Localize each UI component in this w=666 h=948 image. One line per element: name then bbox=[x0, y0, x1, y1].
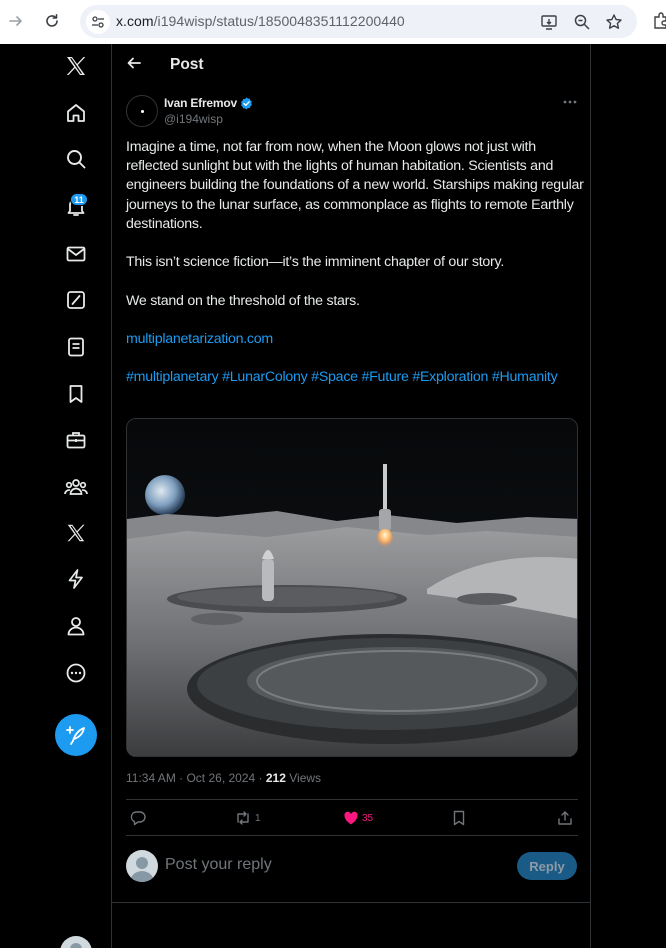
lunar-base-illustration bbox=[127, 419, 577, 756]
bookmarks-icon[interactable] bbox=[62, 380, 90, 408]
url-host: x.com bbox=[116, 13, 154, 29]
bookmark-action[interactable] bbox=[451, 808, 467, 828]
x-logo-icon[interactable] bbox=[62, 52, 90, 80]
bookmark-icon bbox=[453, 810, 465, 826]
like-count: 35 bbox=[362, 812, 374, 824]
messages-envelope-icon[interactable] bbox=[62, 240, 90, 268]
views-label: Views bbox=[289, 771, 322, 785]
post-timestamp[interactable]: 11:34 AM · Oct 26, 2024 bbox=[126, 771, 255, 785]
more-horizontal-icon[interactable] bbox=[560, 94, 580, 110]
profile-icon[interactable] bbox=[62, 612, 90, 640]
repost-icon bbox=[237, 811, 249, 825]
more-options-circle-icon[interactable] bbox=[62, 659, 90, 687]
author-avatar[interactable] bbox=[126, 95, 158, 127]
lists-icon[interactable] bbox=[62, 333, 90, 361]
divider bbox=[112, 902, 590, 903]
post-paragraph: This isn’t science fiction—it’s the immi… bbox=[126, 254, 505, 271]
post-image[interactable] bbox=[126, 418, 578, 757]
install-app-icon[interactable] bbox=[537, 10, 561, 34]
verified-orgs-bolt-icon[interactable] bbox=[62, 565, 90, 593]
reply-input[interactable]: Post your reply bbox=[165, 856, 272, 874]
address-bar[interactable]: x.com/i194wisp/status/185004835111220044… bbox=[80, 5, 637, 38]
jobs-briefcase-icon[interactable] bbox=[62, 426, 90, 454]
explore-search-icon[interactable] bbox=[62, 145, 90, 173]
views-count: 212 bbox=[265, 771, 286, 785]
repost-action[interactable]: 1 bbox=[234, 808, 261, 828]
repost-count: 1 bbox=[255, 812, 261, 824]
share-action[interactable] bbox=[557, 808, 573, 828]
url-path: /i194wisp/status/1850048351112200440 bbox=[153, 13, 405, 29]
post-hashtags[interactable]: #multiplanetary #LunarColony #Space #Fut… bbox=[126, 369, 558, 385]
site-settings-icon[interactable] bbox=[86, 10, 110, 34]
home-icon[interactable] bbox=[62, 99, 90, 127]
verified-badge-icon bbox=[241, 96, 252, 110]
reply-user-avatar bbox=[126, 850, 158, 882]
share-upload-icon bbox=[558, 811, 572, 825]
post-link[interactable]: multiplanetarization.com bbox=[126, 331, 273, 347]
grok-icon[interactable] bbox=[62, 286, 90, 314]
reply-button[interactable]: Reply bbox=[517, 852, 577, 880]
author-name[interactable]: Ivan Efremov bbox=[164, 96, 253, 110]
post-paragraph: We stand on the threshold of the stars. bbox=[126, 292, 360, 309]
divider bbox=[126, 835, 578, 836]
post-paragraph: Imagine a time, not far from now, when t… bbox=[126, 139, 584, 232]
communities-icon[interactable] bbox=[62, 473, 90, 501]
post-meta: 11:34 AM · Oct 26, 2024 · 212 Views bbox=[126, 771, 322, 785]
sidebar: 11 bbox=[0, 44, 111, 948]
like-action[interactable]: 35 bbox=[343, 808, 373, 828]
notifications-badge: 11 bbox=[70, 193, 88, 206]
back-arrow-icon[interactable] bbox=[124, 53, 144, 73]
post-text: Imagine a time, not far from now, when t… bbox=[126, 138, 586, 407]
page-title: Post bbox=[170, 56, 204, 73]
reload-icon[interactable] bbox=[40, 9, 64, 33]
reply-action[interactable] bbox=[130, 808, 146, 828]
heart-filled-icon bbox=[344, 811, 358, 825]
feather-plus-icon bbox=[66, 726, 85, 745]
zoom-icon[interactable] bbox=[570, 10, 594, 34]
reply-bubble-icon bbox=[130, 811, 146, 826]
premium-x-icon[interactable] bbox=[62, 519, 90, 547]
post-detail-column: Post Ivan Efremov @i194wisp Imagine a ti… bbox=[111, 44, 591, 948]
forward-arrow-icon[interactable] bbox=[4, 9, 28, 33]
account-avatar[interactable] bbox=[60, 936, 92, 948]
url-text: x.com/i194wisp/status/185004835111220044… bbox=[116, 13, 405, 29]
bookmark-star-icon[interactable] bbox=[602, 10, 626, 34]
author-handle[interactable]: @i194wisp bbox=[164, 112, 223, 126]
divider bbox=[126, 799, 578, 800]
browser-toolbar: x.com/i194wisp/status/185004835111220044… bbox=[0, 0, 666, 44]
extensions-icon[interactable] bbox=[652, 9, 666, 33]
author-name-text: Ivan Efremov bbox=[164, 96, 237, 110]
compose-post-button[interactable] bbox=[55, 714, 97, 756]
